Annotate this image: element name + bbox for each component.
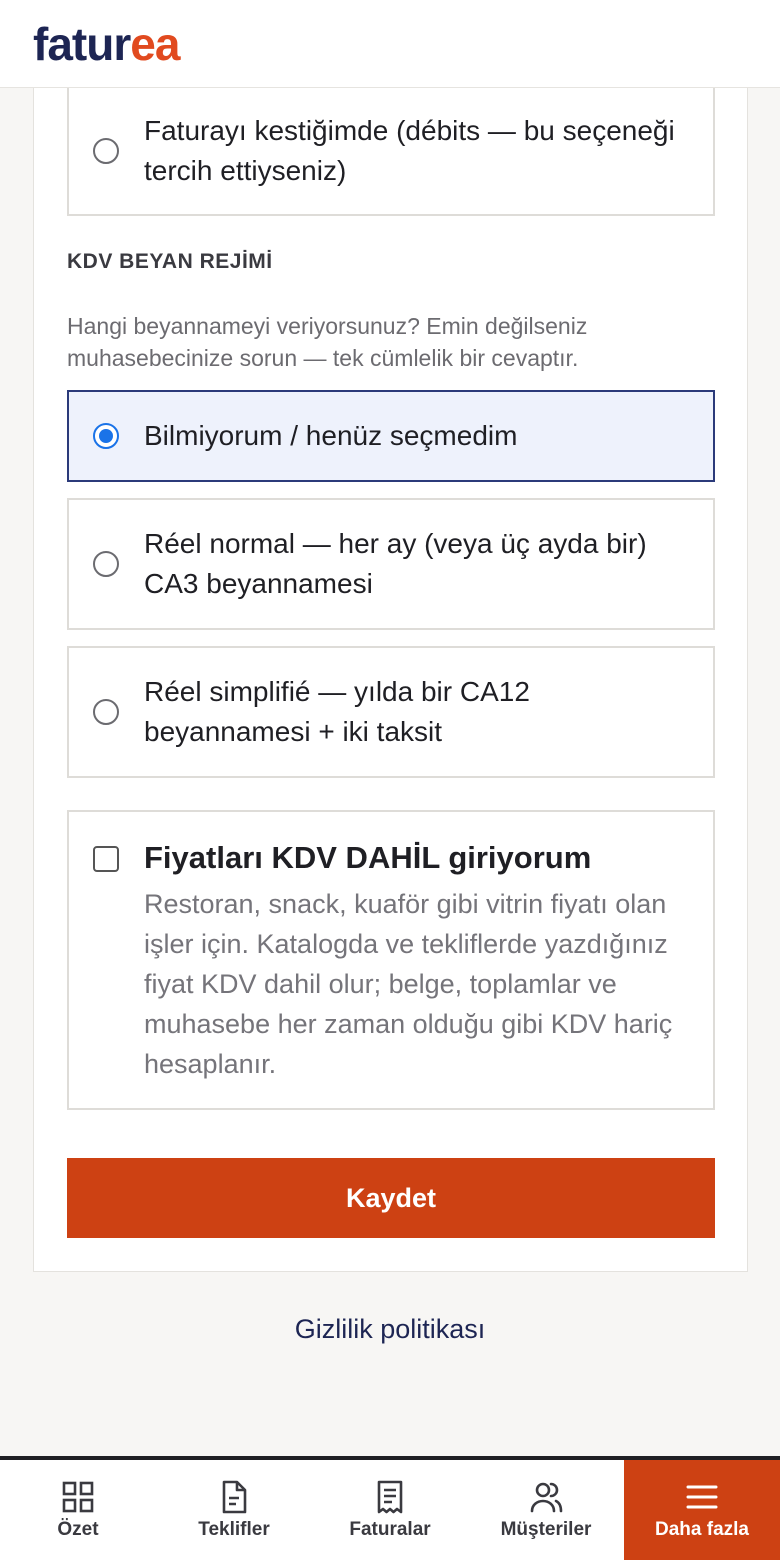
radio-button[interactable]: [93, 138, 119, 164]
checkbox-description: Restoran, snack, kuaför gibi vitrin fiya…: [144, 889, 673, 1079]
option-label: Réel normal — her ay (veya üç ayda bir) …: [144, 528, 647, 599]
app-header: faturea: [0, 0, 780, 88]
vat-option-unknown[interactable]: Bilmiyorum / henüz seçmedim: [67, 390, 715, 482]
vat-option-reel-simplifie[interactable]: Réel simplifié — yılda bir CA12 beyannam…: [67, 646, 715, 778]
nav-item-customers[interactable]: Müşteriler: [468, 1460, 624, 1560]
save-button[interactable]: Kaydet: [67, 1158, 715, 1238]
radio-button-selected[interactable]: [93, 423, 119, 449]
radio-button[interactable]: [93, 699, 119, 725]
receipt-icon: [377, 1480, 403, 1514]
vat-regime-heading: KDV BEYAN REJİMİ: [67, 250, 273, 273]
users-icon: [530, 1482, 563, 1513]
option-label: Faturayı kestiğimde (débits — bu seçeneğ…: [144, 115, 675, 186]
radio-button[interactable]: [93, 551, 119, 577]
nav-item-summary[interactable]: Özet: [0, 1460, 156, 1560]
nav-label: Teklifler: [198, 1519, 270, 1540]
nav-label: Özet: [57, 1519, 99, 1540]
bottom-navigation: Özet Teklifler Faturalar Müşteriler Daha…: [0, 1456, 780, 1560]
option-label: Réel simplifié — yılda bir CA12 beyannam…: [144, 676, 530, 747]
nav-label: Faturalar: [349, 1519, 431, 1540]
checkbox[interactable]: [93, 846, 119, 872]
grid-icon: [62, 1481, 94, 1513]
vat-regime-help: Hangi beyannameyi veriyorsunuz? Emin değ…: [67, 313, 588, 371]
privacy-policy-link[interactable]: Gizlilik politikası: [0, 1314, 780, 1345]
document-icon: [222, 1480, 247, 1514]
option-label: Bilmiyorum / henüz seçmedim: [144, 420, 518, 451]
nav-item-invoices[interactable]: Faturalar: [312, 1460, 468, 1560]
nav-label: Müşteriler: [500, 1519, 592, 1540]
menu-icon: [686, 1485, 718, 1509]
nav-label: Daha fazla: [655, 1519, 749, 1540]
vat-option-reel-normal[interactable]: Réel normal — her ay (veya üç ayda bir) …: [67, 498, 715, 630]
invoice-timing-option-debits[interactable]: Faturayı kestiğimde (débits — bu seçeneğ…: [67, 86, 715, 216]
nav-item-quotes[interactable]: Teklifler: [156, 1460, 312, 1560]
checkbox-title: Fiyatları KDV DAHİL giriyorum: [144, 840, 592, 875]
nav-item-more[interactable]: Daha fazla: [624, 1460, 780, 1560]
prices-incl-vat-option[interactable]: Fiyatları KDV DAHİL giriyorum Restoran, …: [67, 810, 715, 1110]
faturea-logo[interactable]: faturea: [33, 21, 180, 67]
settings-card: Faturayı kestiğimde (débits — bu seçeneğ…: [33, 86, 748, 1272]
